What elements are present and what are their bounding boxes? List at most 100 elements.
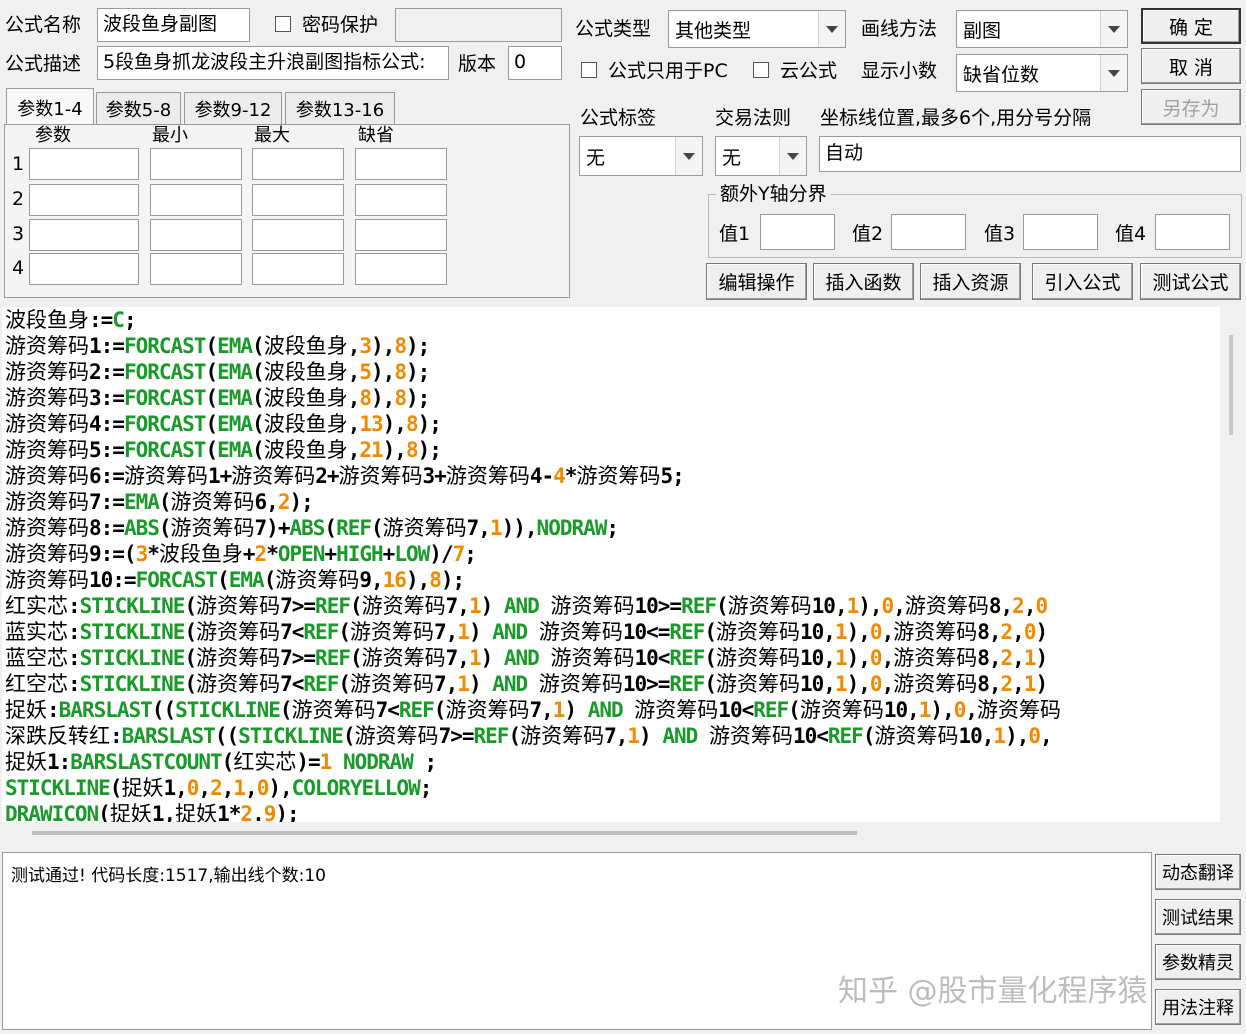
param-default-input[interactable]: [355, 219, 447, 251]
param-max-input[interactable]: [252, 184, 344, 216]
code-line[interactable]: 波段鱼身:=C;: [5, 307, 137, 333]
edit-operation-button[interactable]: 编辑操作: [706, 263, 807, 300]
code-token: BARSLAST: [121, 724, 216, 748]
code-token: 1: [834, 672, 848, 696]
param-min-input[interactable]: [150, 219, 242, 251]
code-line[interactable]: 捉妖:BARSLAST((STICKLINE(游资筹码7<REF(游资筹码7,1…: [5, 697, 1061, 723]
chevron-down-icon[interactable]: [1100, 11, 1127, 47]
decimals-select[interactable]: 缺省位数: [956, 54, 1128, 92]
code-token: ,: [347, 334, 361, 358]
code-token: :: [68, 672, 81, 696]
code-line[interactable]: 游资筹码1:=FORCAST(EMA(波段鱼身,3),8);: [5, 333, 430, 359]
code-line[interactable]: STICKLINE(捉妖1,0,2,1,0),COLORYELLOW;: [5, 775, 432, 801]
param-name-input[interactable]: [29, 184, 139, 216]
code-token: 捉妖: [121, 776, 164, 800]
test-formula-button[interactable]: 测试公式: [1140, 263, 1241, 300]
code-token: (: [158, 516, 172, 540]
save-as-button[interactable]: 另存为: [1141, 89, 1241, 125]
password-checkbox[interactable]: [275, 16, 291, 32]
param-max-input[interactable]: [252, 253, 344, 285]
formula-type-select[interactable]: 其他类型: [668, 10, 846, 48]
y-value-4-input[interactable]: [1155, 214, 1230, 250]
code-line[interactable]: 游资筹码3:=FORCAST(EMA(波段鱼身,8),8);: [5, 385, 430, 411]
code-token: REF: [669, 672, 705, 696]
draw-method-select[interactable]: 副图: [956, 10, 1128, 48]
test-result-button[interactable]: 测试结果: [1155, 899, 1241, 935]
code-line[interactable]: DRAWICON(捉妖1,捉妖1*2.9);: [5, 801, 300, 822]
insert-function-button[interactable]: 插入函数: [813, 263, 914, 300]
code-line[interactable]: 游资筹码8:=ABS(游资筹码7)+ABS(REF(游资筹码7,1)),NODR…: [5, 515, 619, 541]
tab-params-5-8[interactable]: 参数5-8: [96, 92, 181, 124]
code-line[interactable]: 蓝空芯:STICKLINE(游资筹码7>=REF(游资筹码7,1) AND 游资…: [5, 645, 1048, 671]
code-line[interactable]: 捉妖1:BARSLASTCOUNT(红实芯)=1 NODRAW ;: [5, 749, 437, 775]
code-line[interactable]: 游资筹码9:=(3*波段鱼身+2*OPEN+HIGH+LOW)/7;: [5, 541, 477, 567]
tab-params-13-16[interactable]: 参数13-16: [285, 92, 395, 124]
code-line[interactable]: 红实芯:STICKLINE(游资筹码7>=REF(游资筹码7,1) AND 游资…: [5, 593, 1048, 619]
import-formula-button[interactable]: 引入公式: [1032, 263, 1133, 300]
dynamic-translate-button[interactable]: 动态翻译: [1155, 854, 1241, 890]
code-line[interactable]: 蓝实芯:STICKLINE(游资筹码7<REF(游资筹码7,1) AND 游资筹…: [5, 619, 1048, 645]
code-editor[interactable]: 波段鱼身:=C; 游资筹码1:=FORCAST(EMA(波段鱼身,3),8); 游资…: [2, 307, 1220, 822]
formula-tag-label: 公式标签: [580, 107, 657, 129]
code-token: ,: [347, 412, 361, 436]
code-token: 波段鱼身: [263, 412, 348, 436]
param-default-input[interactable]: [355, 184, 447, 216]
code-token: 3:=: [89, 386, 125, 410]
param-max-input[interactable]: [252, 219, 344, 251]
code-line[interactable]: 游资筹码7:=EMA(游资筹码6,2);: [5, 489, 314, 515]
param-max-input[interactable]: [252, 148, 344, 180]
code-token: (: [279, 698, 293, 722]
vertical-scrollbar[interactable]: [1221, 307, 1243, 822]
param-name-input[interactable]: [29, 253, 139, 285]
param-name-input[interactable]: [29, 219, 139, 251]
y-value-2-label: 值2: [852, 223, 884, 245]
formula-tag-select[interactable]: 无: [579, 136, 703, 176]
code-line[interactable]: 游资筹码2:=FORCAST(EMA(波段鱼身,5),8);: [5, 359, 430, 385]
coord-line-input[interactable]: 自动: [819, 136, 1241, 172]
pc-only-checkbox[interactable]: [581, 62, 597, 78]
horizontal-scroll-thumb[interactable]: [32, 831, 857, 835]
code-line[interactable]: 游资筹码5:=FORCAST(EMA(波段鱼身,21),8);: [5, 437, 442, 463]
usage-notes-button[interactable]: 用法注释: [1155, 989, 1241, 1025]
chevron-down-icon[interactable]: [1100, 55, 1127, 91]
code-line[interactable]: 游资筹码6:=游资筹码1+游资筹码2+游资筹码3+游资筹码4-4*游资筹码5;: [5, 463, 685, 489]
vertical-scroll-thumb[interactable]: [1229, 335, 1233, 435]
param-min-input[interactable]: [150, 253, 242, 285]
code-token: REF: [753, 698, 789, 722]
code-line[interactable]: 游资筹码4:=FORCAST(EMA(波段鱼身,13),8);: [5, 411, 442, 437]
ok-button[interactable]: 确 定: [1141, 8, 1241, 44]
code-line[interactable]: 红空芯:STICKLINE(游资筹码7<REF(游资筹码7,1) AND 游资筹…: [5, 671, 1048, 697]
chevron-down-icon[interactable]: [818, 11, 845, 47]
formula-name-input[interactable]: 波段鱼身副图: [97, 8, 250, 42]
code-token: 游资筹码: [291, 698, 376, 722]
draw-method-label: 画线方法: [861, 18, 938, 40]
param-wizard-button[interactable]: 参数精灵: [1155, 944, 1241, 980]
tab-params-1-4[interactable]: 参数1-4: [6, 88, 94, 126]
param-min-input[interactable]: [150, 148, 242, 180]
param-min-input[interactable]: [150, 184, 242, 216]
code-token: (: [704, 646, 717, 670]
cloud-formula-checkbox[interactable]: [753, 62, 769, 78]
code-token: 10,: [883, 698, 920, 722]
code-token: 游资筹码: [196, 594, 281, 618]
param-name-input[interactable]: [29, 148, 139, 180]
trade-rule-select[interactable]: 无: [715, 136, 807, 176]
tab-params-9-12[interactable]: 参数9-12: [184, 92, 282, 124]
code-line[interactable]: 深跌反转红:BARSLAST((STICKLINE(游资筹码7>=REF(游资筹…: [5, 723, 1053, 749]
param-default-input[interactable]: [355, 148, 447, 180]
code-token: 0: [869, 672, 883, 696]
code-token: ,: [347, 438, 361, 462]
horizontal-scrollbar[interactable]: [2, 822, 1220, 844]
code-token: 游资筹码: [5, 412, 89, 436]
chevron-down-icon[interactable]: [675, 137, 702, 175]
insert-resource-button[interactable]: 插入资源: [920, 263, 1021, 300]
y-value-3-input[interactable]: [1023, 214, 1098, 250]
chevron-down-icon[interactable]: [779, 137, 806, 175]
param-default-input[interactable]: [355, 253, 447, 285]
cancel-button[interactable]: 取 消: [1141, 48, 1241, 84]
version-input[interactable]: 0: [508, 46, 562, 80]
y-value-1-input[interactable]: [760, 214, 835, 250]
formula-desc-input[interactable]: 5段鱼身抓龙波段主升浪副图指标公式:: [97, 46, 449, 80]
y-value-2-input[interactable]: [891, 214, 966, 250]
code-line[interactable]: 游资筹码10:=FORCAST(EMA(游资筹码9,16),8);: [5, 567, 465, 593]
